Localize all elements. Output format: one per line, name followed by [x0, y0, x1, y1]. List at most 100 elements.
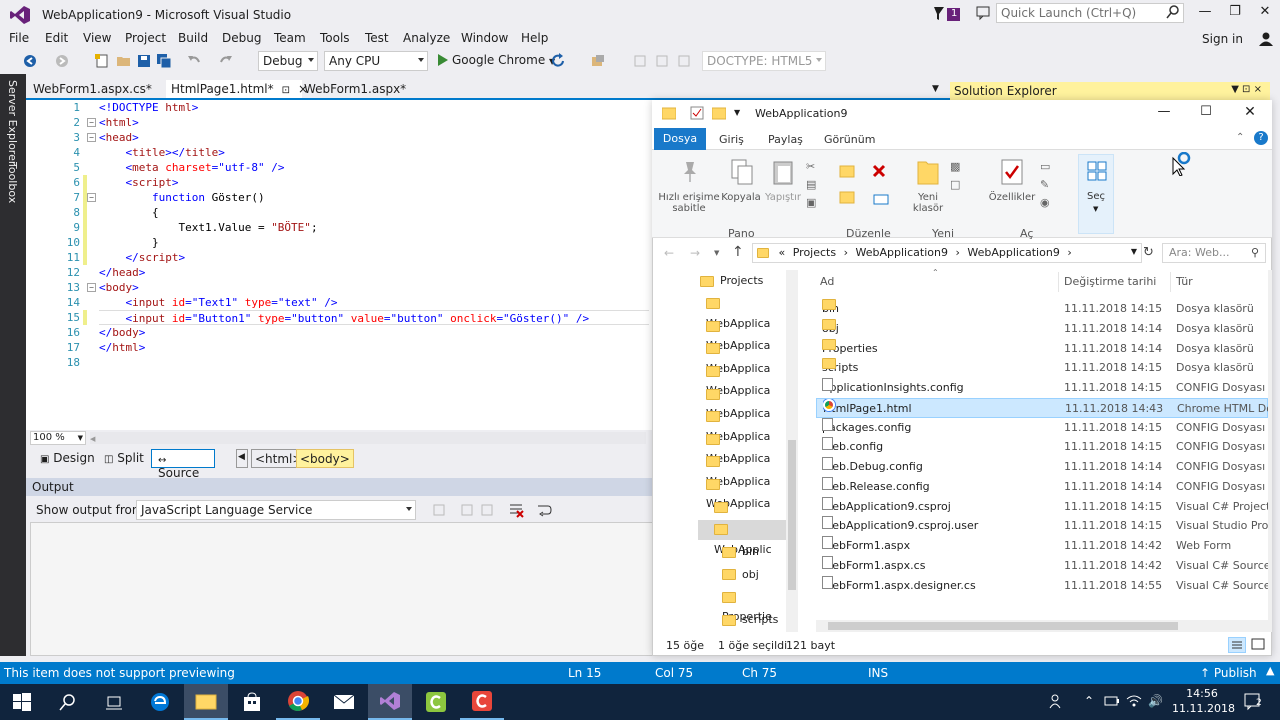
- forward-icon[interactable]: [54, 53, 70, 69]
- file-row[interactable]: Web.Release.config 11.11.2018 14:14 CONFIG…: [816, 476, 1268, 497]
- column-name[interactable]: Ad: [820, 275, 834, 288]
- breadcrumb-webapp[interactable]: WebApplication9: [856, 246, 948, 259]
- explorer-maximize-button[interactable]: ☐: [1194, 104, 1218, 119]
- menu-edit[interactable]: Edit: [45, 31, 68, 45]
- browser-link-icon[interactable]: [590, 53, 606, 69]
- properties-icon[interactable]: [1000, 158, 1024, 186]
- recent-locations-icon[interactable]: ▼: [714, 249, 719, 257]
- find-message-icon[interactable]: [432, 503, 446, 517]
- refresh-icon[interactable]: [550, 53, 566, 69]
- nav-tree-item[interactable]: WebApplica: [706, 294, 786, 330]
- fold-toggle-icon[interactable]: −: [87, 193, 96, 202]
- nav-tree-item[interactable]: WebApplica: [706, 361, 786, 397]
- properties-quick-icon[interactable]: [690, 106, 704, 120]
- menu-view[interactable]: View: [83, 31, 111, 45]
- search-icon[interactable]: [1166, 5, 1180, 19]
- properties-label[interactable]: Özellikler: [986, 192, 1038, 203]
- file-row[interactable]: bin11.11.2018 14:15Dosya klasörü: [816, 299, 1268, 319]
- column-date[interactable]: Değiştirme tarihi: [1064, 275, 1156, 288]
- next-message-icon[interactable]: [480, 503, 494, 517]
- redo-icon[interactable]: [218, 53, 234, 69]
- visual-studio-taskbar-icon[interactable]: [368, 684, 412, 720]
- pin-label[interactable]: Hızlı erişime sabitle: [658, 192, 720, 214]
- help-icon[interactable]: ?: [1254, 131, 1268, 145]
- nav-tree-item[interactable]: WebApplic: [698, 519, 786, 556]
- run-target-button[interactable]: Google Chrome ▼: [452, 53, 555, 67]
- nav-tree-item[interactable]: WebApplica: [706, 452, 786, 488]
- new-folder-label[interactable]: Yeni klasör: [906, 192, 950, 214]
- user-icon[interactable]: [1258, 32, 1274, 46]
- previous-message-icon[interactable]: [460, 503, 474, 517]
- undo-icon[interactable]: [186, 53, 202, 69]
- back-arrow-icon[interactable]: ←: [664, 246, 674, 260]
- explorer-close-button[interactable]: ✕: [1238, 104, 1262, 120]
- ribbon-tab-view[interactable]: Görünüm: [824, 133, 875, 146]
- nav-tree-item[interactable]: WebApplica: [706, 429, 786, 465]
- nav-tree-item[interactable]: WebApplica: [706, 407, 786, 443]
- action-center-icon[interactable]: 2: [1244, 693, 1264, 711]
- code-line[interactable]: </script>: [99, 250, 186, 265]
- file-row[interactable]: WebApplication9.csproj 11.11.2018 14:15 Vi…: [816, 496, 1268, 517]
- new-item-icons[interactable]: ▩ □: [950, 158, 970, 194]
- wifi-icon[interactable]: [1126, 694, 1142, 708]
- copy-icon[interactable]: [730, 158, 754, 186]
- move-to-icon[interactable]: [838, 164, 858, 210]
- output-source-dropdown[interactable]: JavaScript Language Service: [136, 500, 416, 520]
- code-line[interactable]: <input id="Text1" type="text" />: [99, 295, 338, 310]
- file-row[interactable]: obj11.11.2018 14:14Dosya klasörü: [816, 318, 1268, 339]
- forward-arrow-icon[interactable]: →: [690, 246, 700, 260]
- code-line[interactable]: <!DOCTYPE html>: [99, 100, 198, 115]
- nav-pane-scrollbar[interactable]: [786, 270, 798, 632]
- menu-file[interactable]: File: [9, 31, 29, 45]
- tab-webform1-aspx-cs[interactable]: WebForm1.aspx.cs*: [28, 80, 157, 98]
- explorer-search-input[interactable]: Ara: Web... ⚲: [1162, 243, 1266, 263]
- start-debugging-icon[interactable]: [436, 53, 450, 67]
- server-explorer-tab[interactable]: Server Explorer: [6, 80, 19, 165]
- open-file-icon[interactable]: [116, 53, 132, 69]
- large-icons-view-icon[interactable]: [1250, 637, 1268, 653]
- camtasia-green-icon[interactable]: [414, 684, 458, 720]
- quick-launch-input[interactable]: Quick Launch (Ctrl+Q): [996, 3, 1184, 23]
- publish-button[interactable]: ↑ Publish: [1200, 666, 1257, 680]
- collapse-ribbon-icon[interactable]: ⌃: [1236, 132, 1244, 143]
- close-button[interactable]: ✕: [1250, 4, 1280, 24]
- new-folder-quick-icon[interactable]: [711, 106, 727, 120]
- file-row[interactable]: WebForm1.aspx.cs 11.11.2018 14:42 Visual C…: [816, 555, 1268, 576]
- pin-icon[interactable]: ⊡: [282, 85, 290, 96]
- code-line[interactable]: <html>: [99, 115, 139, 130]
- paste-icon[interactable]: [772, 158, 794, 186]
- nav-tree-item[interactable]: Projects: [700, 271, 786, 291]
- address-bar[interactable]: « Projects › WebApplication9 › WebApplic…: [752, 243, 1142, 263]
- code-line[interactable]: </html>: [99, 340, 145, 355]
- nav-tree-item[interactable]: WebApplica: [706, 474, 786, 510]
- save-all-icon[interactable]: [156, 53, 172, 69]
- code-line[interactable]: Text1.Value = "BÖTE";: [99, 220, 317, 235]
- explorer-minimize-button[interactable]: —: [1152, 104, 1176, 119]
- menu-window[interactable]: Window: [461, 31, 508, 45]
- fold-toggle-icon[interactable]: −: [87, 283, 96, 292]
- code-line[interactable]: }: [99, 235, 159, 250]
- delete-icon[interactable]: [872, 164, 892, 180]
- word-wrap-icon[interactable]: [536, 502, 552, 518]
- code-line[interactable]: function Göster(): [99, 190, 265, 205]
- file-row[interactable]: Properties 11.11.2018 14:14 Dosya klasörü: [816, 338, 1268, 359]
- code-line[interactable]: {: [99, 205, 159, 220]
- file-list-vscrollbar[interactable]: [1268, 270, 1272, 632]
- design-view-button[interactable]: ▣ Design: [34, 449, 101, 468]
- customize-qat-icon[interactable]: ▼: [734, 108, 740, 117]
- code-line[interactable]: <title></title>: [99, 145, 225, 160]
- code-line[interactable]: <head>: [99, 130, 139, 145]
- toolbox-tab[interactable]: Toolbox: [6, 162, 19, 203]
- file-row[interactable]: ApplicationInsights.config 11.11.2018 14:…: [816, 378, 1268, 398]
- nav-tree-item[interactable]: bin: [722, 542, 786, 562]
- refresh-icon[interactable]: ↻: [1143, 245, 1154, 260]
- breadcrumb-projects[interactable]: Projects: [793, 246, 836, 259]
- menu-team[interactable]: Team: [274, 31, 306, 45]
- edge-browser-icon[interactable]: [138, 684, 182, 720]
- people-icon[interactable]: [1048, 692, 1066, 710]
- menu-test[interactable]: Test: [365, 31, 389, 45]
- file-row[interactable]: HtmlPage1.html 11.11.2018 14:43 Chrome HTM…: [816, 397, 1269, 418]
- code-line[interactable]: <script>: [99, 175, 179, 190]
- file-row[interactable]: WebForm1.aspx.designer.cs 11.11.2018 14:5…: [816, 575, 1268, 596]
- tab-list-dropdown-icon[interactable]: ▼: [932, 84, 939, 94]
